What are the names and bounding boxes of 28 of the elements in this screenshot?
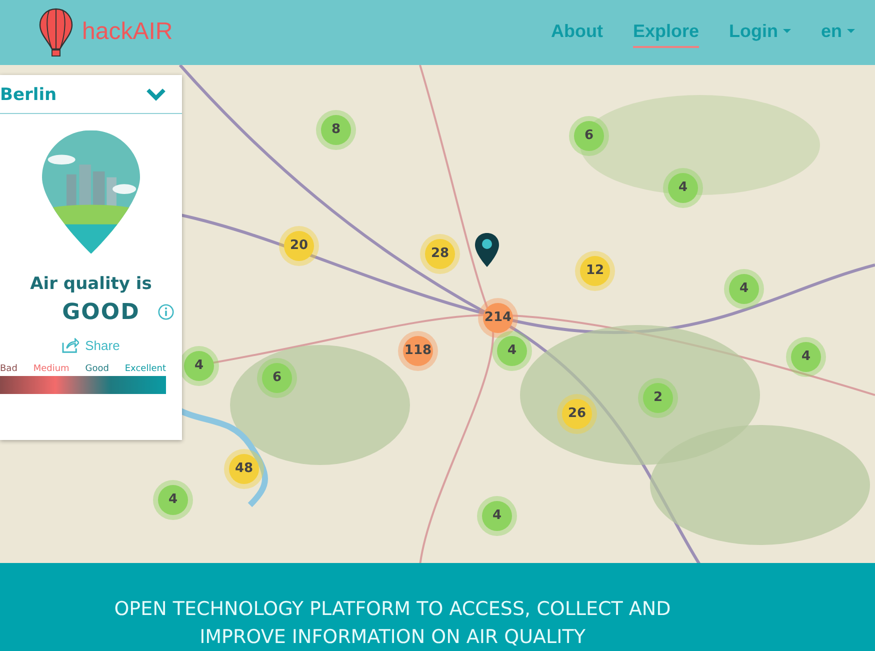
cluster-marker[interactable]: 4 (791, 342, 821, 372)
cluster-marker[interactable]: 4 (184, 350, 214, 381)
air-quality-heading: Air quality is (30, 274, 152, 294)
headline-text: OPEN TECHNOLOGY PLATFORM TO ACCESS, COLLECT AND (114, 597, 671, 622)
chevron-down-icon[interactable] (146, 88, 166, 102)
cluster-marker[interactable]: 4 (482, 500, 512, 531)
location-pin-icon[interactable] (474, 232, 500, 268)
location-name[interactable]: Berlin (0, 84, 57, 105)
share-icon (62, 338, 80, 353)
cluster-marker[interactable]: 20 (284, 230, 314, 261)
cluster-marker[interactable]: 8 (321, 114, 351, 145)
headline-text: IMPROVE INFORMATION ON AIR QUALITY (200, 625, 586, 650)
cluster-marker[interactable]: 214 (483, 302, 513, 333)
scale-label: Good (85, 364, 109, 374)
cluster-marker[interactable]: 118 (403, 336, 433, 366)
scale-label: Medium (33, 364, 70, 374)
cluster-marker[interactable]: 4 (158, 484, 188, 515)
scale-label: Bad (0, 364, 18, 374)
cluster-marker[interactable]: 48 (229, 454, 259, 484)
balloon-logo-icon (38, 7, 74, 58)
air-quality-rating: GOOD (62, 300, 140, 325)
cluster-marker[interactable]: 4 (497, 336, 527, 366)
cluster-marker[interactable]: 6 (574, 120, 604, 151)
scale-label: Excellent (124, 364, 166, 374)
cluster-marker[interactable]: 4 (729, 274, 759, 304)
cluster-marker[interactable]: 28 (425, 238, 455, 269)
cluster-marker[interactable]: 12 (580, 256, 610, 286)
info-icon[interactable] (158, 304, 174, 320)
